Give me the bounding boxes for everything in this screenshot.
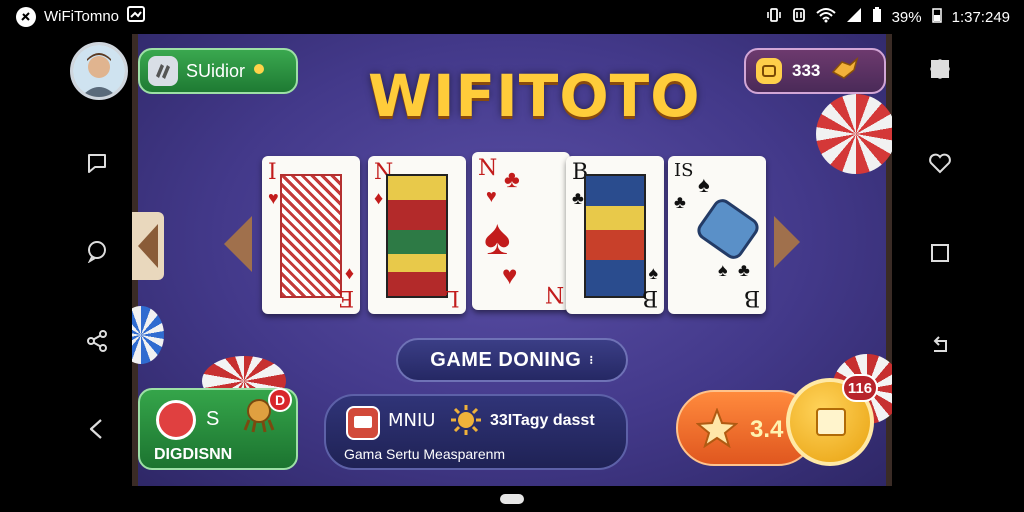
share-icon[interactable] <box>84 328 110 354</box>
message-icon[interactable] <box>84 150 110 176</box>
battery-percent: 39% <box>891 8 922 26</box>
spade-suit-icon: ♠ <box>718 260 728 280</box>
chip-icon <box>156 400 196 440</box>
card-rank-bottom: N <box>544 281 564 306</box>
signal-icon <box>846 7 862 27</box>
coin-balance-button[interactable]: 333 <box>744 48 886 94</box>
back-icon[interactable] <box>84 416 110 442</box>
heart-suit-icon: ♥ <box>486 186 497 206</box>
media-title: MNIU <box>388 410 436 431</box>
card-rank-bottom: B <box>743 285 760 310</box>
playing-card[interactable]: N ♦ L <box>368 156 466 314</box>
coin-icon <box>253 62 265 80</box>
tv-icon <box>346 406 380 440</box>
jack-face-icon <box>584 174 646 298</box>
game-status-button[interactable]: GAME DONING ⁝ <box>396 338 628 382</box>
clock: 1:37:249 <box>951 8 1010 26</box>
guitar-pick-icon <box>693 195 763 263</box>
sun-icon <box>450 404 482 436</box>
next-arrow-icon[interactable] <box>774 216 800 268</box>
previous-arrow-icon[interactable] <box>224 216 252 272</box>
card-rank-bottom: L <box>445 285 460 310</box>
puzzle-icon[interactable] <box>927 56 953 82</box>
battery-icon <box>872 7 882 27</box>
playing-card[interactable]: I ♥ ♦ E <box>262 156 360 314</box>
solitaire-label: SUidior <box>186 60 246 81</box>
card-rank: IS <box>674 160 694 181</box>
poker-chips-decoration <box>132 306 164 364</box>
game-status-label: GAME DONING <box>430 348 582 371</box>
playing-card[interactable]: IS ♠ ♣ ♠ ♣ B <box>668 156 766 314</box>
wallet-icon <box>756 58 782 84</box>
club-suit-icon: ♣ <box>572 188 584 208</box>
nfc-icon <box>792 7 806 27</box>
star-icon <box>695 407 739 449</box>
card-rank: I <box>268 160 277 185</box>
rewards-count: 3.4 <box>750 416 784 443</box>
chat-icon[interactable] <box>84 238 110 264</box>
king-face-icon <box>386 174 448 298</box>
right-sidebar <box>892 32 1024 512</box>
club-suit-icon: ♣ <box>738 260 750 280</box>
diamond-suit-icon: ♦ <box>344 263 354 283</box>
square-icon[interactable] <box>927 240 953 266</box>
battery-level-icon <box>931 7 942 27</box>
app-title: WiFiTomno <box>44 8 120 25</box>
card-rank: N <box>478 156 498 181</box>
heart-icon[interactable] <box>927 150 953 176</box>
poker-chips-decoration <box>816 94 892 174</box>
coin-balance: 333 <box>792 61 821 80</box>
avatar[interactable] <box>70 42 128 100</box>
status-bar: WiFiTomno 39% 1:37:249 <box>0 0 1024 32</box>
card-rank-bottom: B <box>641 285 658 310</box>
media-extra: 33ITagy dasst <box>490 412 595 429</box>
notification-badge: D <box>268 388 292 412</box>
home-indicator[interactable] <box>500 494 524 504</box>
spade-suit-icon: ♠ <box>648 263 658 283</box>
image-notification-icon <box>127 6 146 27</box>
card-rank-bottom: E <box>337 285 354 310</box>
shop-badge: 116 <box>842 374 878 402</box>
app-logo-icon <box>16 6 36 27</box>
vibrate-icon <box>766 7 782 27</box>
gift-box-icon <box>816 408 846 436</box>
media-panel-button[interactable]: MNIU 33ITagy dasst Gama Sertu Measparenm <box>324 394 628 470</box>
heart-suit-icon: ♥ <box>268 188 279 208</box>
playing-card[interactable]: B ♣ ♠ B <box>566 156 664 314</box>
cards-icon <box>148 56 178 86</box>
playing-card[interactable]: N ♣ ♠ ♥ ♥ N <box>472 152 570 310</box>
heart-suit-icon: ♥ <box>502 260 518 290</box>
profile-panel-label: DIGDISNN <box>154 446 233 463</box>
spade-suit-icon: ♠ <box>484 209 511 265</box>
card-pattern <box>280 174 342 298</box>
wifi-icon <box>815 7 836 27</box>
solitaire-mode-button[interactable]: SUidior <box>138 48 298 94</box>
left-sidebar <box>0 32 130 512</box>
media-subtitle: Gama Sertu Measparenm <box>344 446 506 462</box>
diamond-suit-icon: ♦ <box>374 188 384 208</box>
status-dot-icon: ⁝ <box>589 353 594 367</box>
club-suit-icon: ♣ <box>674 192 686 212</box>
game-logo: WIFITOTO <box>368 62 701 130</box>
side-drawer-tab[interactable] <box>132 212 164 280</box>
spade-suit-icon: ♠ <box>698 172 710 197</box>
club-suit-icon: ♣ <box>504 166 520 193</box>
undo-icon[interactable] <box>927 330 953 356</box>
profile-mini-label: S <box>206 408 220 430</box>
bird-icon <box>830 56 860 87</box>
